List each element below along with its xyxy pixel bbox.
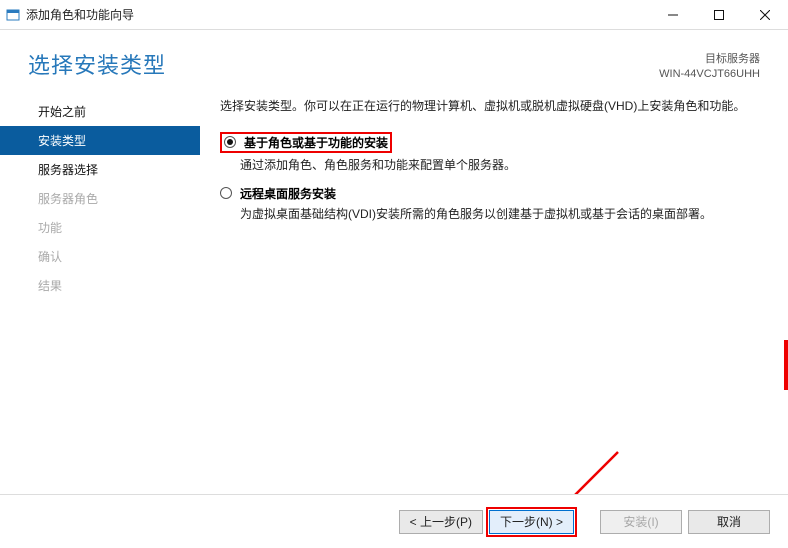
button-label: 下一步(N) > [500, 513, 563, 530]
close-button[interactable] [742, 0, 788, 29]
option-remote-desktop[interactable]: 远程桌面服务安装 为虚拟桌面基础结构(VDI)安装所需的角色服务以创建基于虚拟机… [220, 185, 764, 222]
titlebar: 添加角色和功能向导 [0, 0, 788, 30]
step-label: 结果 [38, 279, 62, 293]
footer: < 上一步(P) 下一步(N) > 安装(I) 取消 [0, 494, 788, 548]
step-label: 开始之前 [38, 105, 86, 119]
step-installation-type[interactable]: 安装类型 [0, 126, 200, 155]
step-label: 服务器角色 [38, 192, 98, 206]
install-button: 安装(I) [600, 510, 682, 534]
button-label: < 上一步(P) [410, 513, 472, 530]
next-button[interactable]: 下一步(N) > [489, 510, 574, 534]
header: 选择安装类型 目标服务器 WIN-44VCJT66UHH [0, 30, 788, 97]
option-title: 基于角色或基于功能的安装 [244, 134, 388, 151]
radio-icon [220, 187, 232, 199]
step-results: 结果 [0, 271, 200, 300]
content: 选择安装类型。你可以在正在运行的物理计算机、虚拟机或脱机虚拟硬盘(VHD)上安装… [200, 97, 788, 503]
option-desc: 为虚拟桌面基础结构(VDI)安装所需的角色服务以创建基于虚拟机或基于会话的桌面部… [240, 205, 764, 222]
window-controls [650, 0, 788, 29]
app-icon [6, 8, 20, 22]
target-server-info: 目标服务器 WIN-44VCJT66UHH [659, 48, 760, 83]
cancel-button[interactable]: 取消 [688, 510, 770, 534]
option-role-based[interactable]: 基于角色或基于功能的安装 通过添加角色、角色服务和功能来配置单个服务器。 [220, 132, 764, 173]
step-features: 功能 [0, 213, 200, 242]
intro-text: 选择安装类型。你可以在正在运行的物理计算机、虚拟机或脱机虚拟硬盘(VHD)上安装… [220, 97, 764, 114]
step-label: 服务器选择 [38, 163, 98, 177]
button-label: 取消 [717, 513, 741, 530]
sidebar: 开始之前 安装类型 服务器选择 服务器角色 功能 确认 结果 [0, 97, 200, 503]
step-before-you-begin[interactable]: 开始之前 [0, 97, 200, 126]
maximize-button[interactable] [696, 0, 742, 29]
target-server-value: WIN-44VCJT66UHH [659, 67, 760, 82]
button-label: 安装(I) [623, 513, 658, 530]
option-title: 远程桌面服务安装 [240, 185, 336, 202]
step-confirmation: 确认 [0, 242, 200, 271]
option-desc: 通过添加角色、角色服务和功能来配置单个服务器。 [240, 156, 764, 173]
red-sliver [784, 340, 788, 390]
window-title: 添加角色和功能向导 [26, 6, 134, 23]
step-label: 功能 [38, 221, 62, 235]
minimize-button[interactable] [650, 0, 696, 29]
prev-button[interactable]: < 上一步(P) [399, 510, 483, 534]
step-server-roles: 服务器角色 [0, 184, 200, 213]
step-label: 安装类型 [38, 134, 86, 148]
target-server-label: 目标服务器 [659, 52, 760, 67]
page-title: 选择安装类型 [28, 48, 166, 80]
step-label: 确认 [38, 250, 62, 264]
step-server-selection[interactable]: 服务器选择 [0, 155, 200, 184]
radio-icon [224, 136, 236, 148]
